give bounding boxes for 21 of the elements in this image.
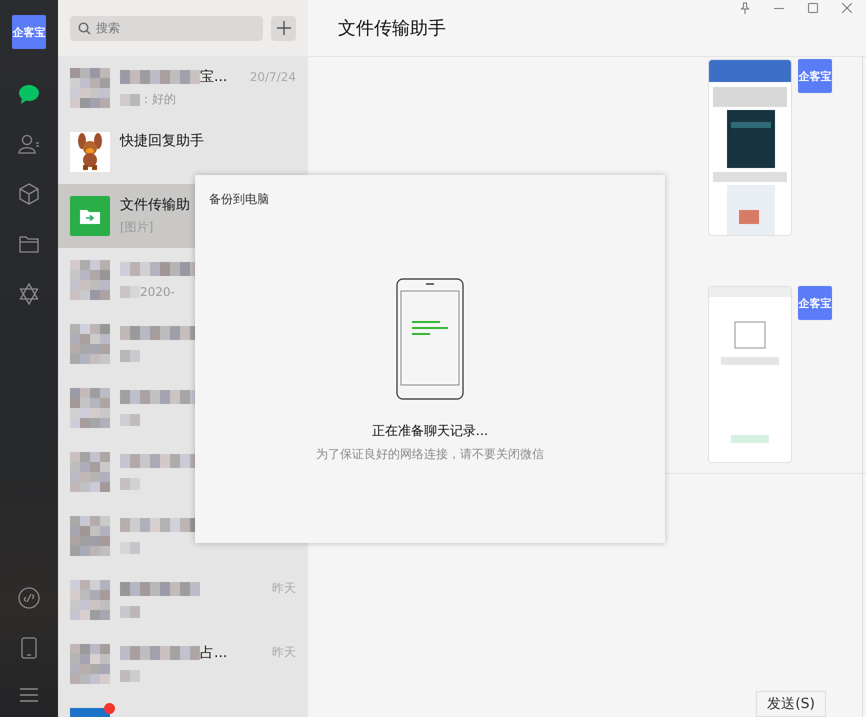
chat-name: 宝... bbox=[200, 68, 228, 86]
chat-name: 快捷回复助手 bbox=[120, 132, 204, 150]
search-field[interactable]: 搜索 bbox=[70, 16, 263, 40]
chat-name: 占... bbox=[200, 644, 228, 662]
sender-avatar[interactable]: 企客宝 bbox=[798, 286, 832, 320]
chat-item[interactable]: 宝... 20/7/24 ：好的 bbox=[58, 56, 308, 120]
profile-avatar[interactable]: 企客宝 bbox=[12, 15, 46, 49]
chat-title: 文件传输助手 bbox=[338, 17, 446, 40]
chat-item[interactable]: 占... 昨天 bbox=[58, 632, 308, 696]
chat-preview: 2020- bbox=[140, 284, 175, 298]
chat-time: 昨天 bbox=[272, 580, 296, 597]
chat-preview: ：好的 bbox=[140, 91, 176, 108]
dialog-title: 备份到电脑 bbox=[209, 191, 269, 208]
sender-avatar[interactable]: 企客宝 bbox=[798, 59, 832, 93]
chat-name: 文件传输助 bbox=[120, 196, 190, 214]
status-text: 正在准备聊天记录... bbox=[372, 423, 488, 440]
chat-time: 昨天 bbox=[272, 644, 296, 661]
hint-text: 为了保证良好的网络连接，请不要关闭微信 bbox=[316, 446, 544, 463]
send-button[interactable]: 发送(S) bbox=[756, 691, 826, 717]
chat-item[interactable]: 快捷回复助手 bbox=[58, 120, 308, 184]
chat-time: 20/7/24 bbox=[250, 70, 296, 84]
